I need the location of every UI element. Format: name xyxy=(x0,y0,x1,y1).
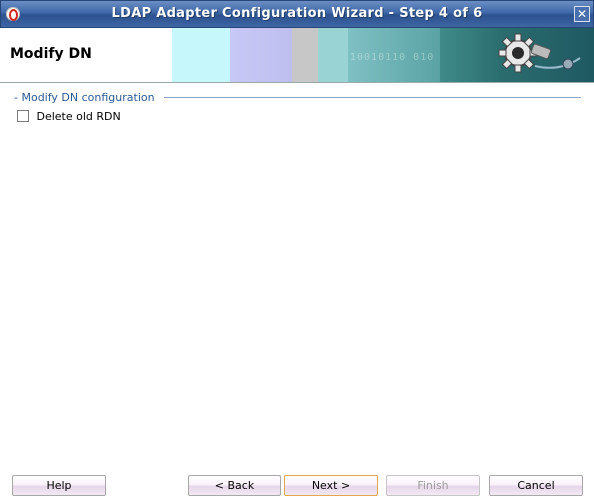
delete-old-rdn-option[interactable]: Delete old RDN xyxy=(17,109,121,123)
banner-graphic xyxy=(440,28,594,82)
help-button[interactable]: Help xyxy=(12,475,106,496)
gear-icon xyxy=(498,33,581,73)
window-title: LDAP Adapter Configuration Wizard - Step… xyxy=(111,6,483,21)
banner-decor-strip xyxy=(172,28,230,82)
banner-watermark: 10010110 010 xyxy=(350,52,435,63)
banner-decor-strip xyxy=(292,28,318,82)
finish-button: Finish xyxy=(386,475,480,496)
wizard-banner: Modify DN 10010110 010 xyxy=(0,28,594,83)
back-button[interactable]: < Back xyxy=(188,475,281,496)
delete-old-rdn-checkbox[interactable] xyxy=(17,110,29,122)
banner-decor-strip xyxy=(318,28,348,82)
next-button[interactable]: Next > xyxy=(284,475,378,496)
delete-old-rdn-label[interactable]: Delete old RDN xyxy=(37,110,121,123)
section-divider xyxy=(164,97,581,98)
section-title: - Modify DN configuration xyxy=(14,91,155,104)
window-titlebar: LDAP Adapter Configuration Wizard - Step… xyxy=(0,0,594,28)
banner-decor-strip xyxy=(230,28,292,82)
close-icon[interactable]: ✕ xyxy=(574,6,590,22)
page-title: Modify DN xyxy=(10,46,92,62)
cancel-button[interactable]: Cancel xyxy=(489,475,583,496)
